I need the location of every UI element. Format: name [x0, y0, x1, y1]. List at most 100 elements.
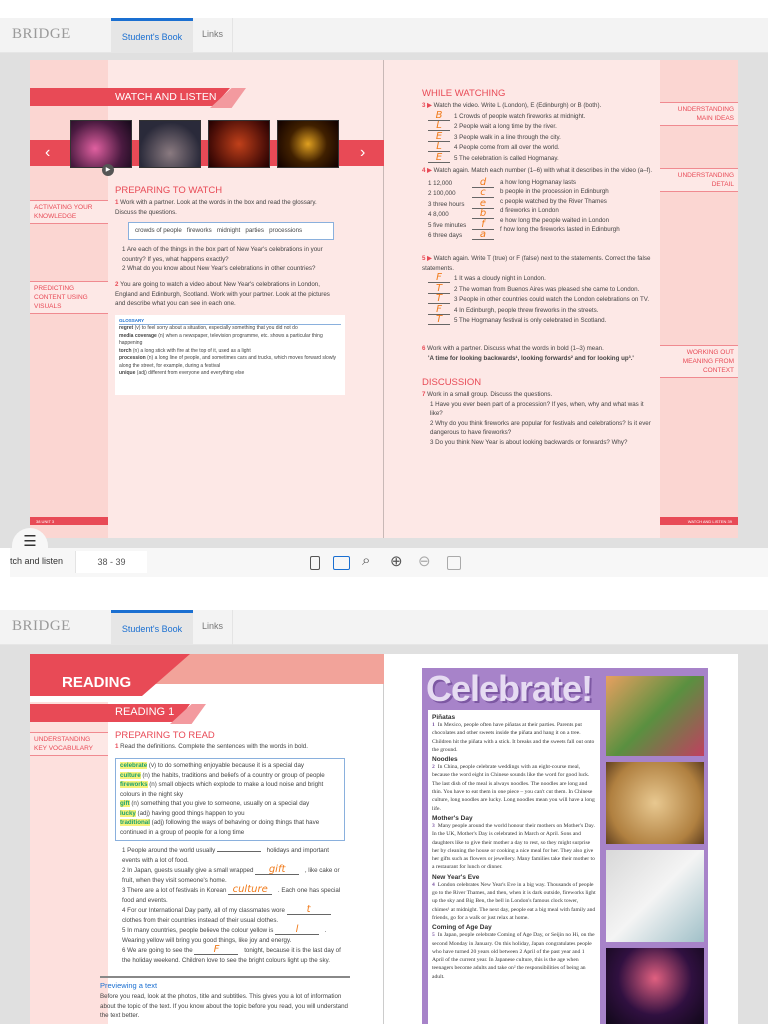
margin-label: UNDERSTANDING MAIN IDEAS: [660, 102, 738, 126]
question: 2 Why do you think fireworks are popular…: [430, 419, 651, 437]
photo-gift: [606, 850, 704, 942]
discussion-heading: DISCUSSION: [422, 377, 482, 388]
handwritten-answer[interactable]: f: [472, 219, 494, 230]
handwritten-answer[interactable]: b: [472, 209, 494, 219]
handwritten-answer[interactable]: c: [472, 188, 494, 198]
top-tab-bar: BRIDGE Student's Book Links: [0, 18, 768, 53]
article-text: Piñatas 1 In Mexico, people often have piñ…: [428, 710, 600, 1024]
play-icon[interactable]: ▶: [102, 164, 114, 176]
answer-item: L 2 People wait a long time by the river.: [428, 121, 657, 132]
sentence: 4 For our International Day party, all o…: [122, 905, 347, 925]
page-footer-right: WATCH AND LISTEN 39: [660, 517, 738, 525]
answer-blank[interactable]: [216, 851, 261, 852]
answer-blank[interactable]: culture: [228, 885, 273, 895]
answer-item: F 4 In Edinburgh, people threw fireworks …: [428, 304, 657, 316]
question: 1 Have you ever been part of a processio…: [430, 400, 644, 418]
handwritten-answer[interactable]: a: [472, 230, 494, 240]
tab-students-book[interactable]: Student's Book: [111, 610, 193, 645]
sentence: 1 People around the world usually holida…: [122, 847, 329, 864]
handwritten-answer[interactable]: d: [472, 177, 494, 188]
exercise-1: Read the definitions. Complete the sente…: [120, 743, 308, 750]
quote: 'A time for looking backwards¹, looking …: [428, 354, 634, 362]
fit-page-icon[interactable]: [447, 556, 461, 570]
handwritten-answer[interactable]: F: [428, 273, 450, 283]
article-subtitle: Coming of Age Day: [432, 924, 492, 932]
sentence: 5 In many countries, people believe the …: [122, 924, 327, 944]
brand-logo: BRIDGE: [12, 26, 71, 42]
video-thumbnail[interactable]: [208, 120, 270, 168]
article-subtitle: Piñatas: [432, 714, 456, 721]
exercise-1: Work with a partner. Look at the words i…: [115, 199, 317, 216]
glossary-definition: (n) a long stick with fire at the top of…: [131, 347, 251, 354]
preparing-to-read-heading: PREPARING TO READ: [115, 730, 215, 741]
handwritten-answer[interactable]: T: [428, 294, 450, 304]
page-number-input[interactable]: 38 - 39: [75, 551, 147, 573]
single-page-icon[interactable]: [310, 556, 320, 570]
preparing-heading: PREPARING TO WATCH: [115, 185, 223, 196]
margin-label: UNDERSTANDING KEY VOCABULARY: [30, 732, 108, 756]
handwritten-answer[interactable]: E: [428, 131, 450, 142]
vocab-word: celebrate: [120, 762, 148, 769]
handwritten-answer[interactable]: F: [428, 304, 450, 315]
reading-1-title: READING 1: [115, 706, 175, 718]
zoom-in-icon[interactable]: ⊕: [390, 552, 403, 570]
margin-label: WORKING OUT MEANING FROM CONTEXT: [660, 345, 738, 378]
article-paragraph: 5 In Japan, people celebrate Coming of Ag…: [432, 932, 595, 980]
answer-blank[interactable]: gift: [255, 865, 300, 875]
tip-box: Previewing a text Before you read, look …: [100, 976, 350, 1021]
handwritten-answer[interactable]: T: [428, 283, 450, 294]
statement: 4 In Edinburgh, people threw fireworks i…: [454, 306, 599, 314]
answer-blank[interactable]: t: [286, 905, 331, 915]
glossary-word: procession: [119, 355, 146, 361]
tab-links[interactable]: Links: [193, 18, 233, 53]
question: 2 What do you know about New Year's cele…: [122, 265, 316, 272]
handwritten-answer[interactable]: B: [428, 110, 450, 121]
prev-video-button[interactable]: ‹: [45, 144, 50, 162]
zoom-select-icon[interactable]: ⌕: [362, 552, 370, 569]
article-paragraph: 2 In China, people celebrate weddings wit…: [432, 764, 595, 812]
handwritten-answer[interactable]: L: [428, 142, 450, 152]
sentence: 3 There are a lot of festivals in Korean…: [122, 884, 341, 904]
handwritten-answer[interactable]: e: [472, 198, 494, 209]
exercise-2: You are going to watch a video about New…: [115, 281, 330, 307]
menu-button[interactable]: ☰: [12, 528, 48, 558]
answer-item: E 5 The celebration is called Hogmanay.: [428, 152, 657, 164]
zoom-out-icon[interactable]: ⊖: [418, 552, 431, 570]
match-option: b people in the procession in Edinburgh: [500, 188, 609, 195]
answer-item: B 1 Crowds of people watch fireworks at m…: [428, 110, 657, 122]
question: 1 Are each of the things in the box part…: [122, 246, 323, 263]
section-title: WATCH AND LISTEN: [115, 91, 217, 103]
glossary-word: torch: [119, 347, 132, 354]
next-video-button[interactable]: ›: [360, 144, 365, 162]
handwritten-answer[interactable]: E: [428, 152, 450, 163]
reading-left-page: READING READING 1 UNDERSTANDING KEY VOCA…: [30, 654, 384, 1024]
current-section-label: tch and listen: [10, 556, 64, 566]
glossary-item: unique (adj) different from everyone and…: [119, 370, 341, 378]
exercise-6: Work with a partner. Discuss what the wo…: [427, 345, 604, 352]
match-item: 4 8,000 b: [428, 209, 500, 220]
answer-blank[interactable]: l: [275, 925, 320, 935]
video-thumbnail[interactable]: [139, 120, 201, 168]
answer-item: F 1 It was a cloudy night in London.: [428, 273, 657, 284]
handwritten-answer[interactable]: T: [428, 315, 450, 325]
tab-links[interactable]: Links: [193, 610, 233, 645]
tab-students-book[interactable]: Student's Book: [111, 18, 193, 53]
answer-blank[interactable]: F: [194, 945, 239, 955]
glossary-item: media coverage (n) when a newspaper, tel…: [119, 333, 341, 348]
video-thumbnail[interactable]: [70, 120, 132, 168]
video-thumbnail[interactable]: [277, 120, 339, 168]
statement: 3 People walk in a line through the city…: [454, 133, 561, 141]
reading-right-page: Celebrate! Piñatas 1 In Mexico, people oft…: [384, 654, 738, 1024]
brand-logo: BRIDGE: [12, 618, 71, 634]
statement: 3 People in other countries could watch …: [454, 296, 650, 303]
article-title: Celebrate!: [426, 668, 593, 709]
question: 3 Do you think New Year is about looking…: [430, 438, 628, 446]
double-page-icon[interactable]: [333, 556, 350, 570]
glossary-definition: (v) to feel sorry about a situation, esp…: [133, 325, 298, 331]
statement: 4 People come from all over the world.: [454, 144, 560, 151]
glossary-item: procession (n) a long line of people, an…: [119, 355, 341, 370]
statement: 1 Crowds of people watch fireworks at mi…: [454, 112, 586, 120]
glossary-word: media coverage: [119, 332, 157, 339]
handwritten-answer[interactable]: L: [428, 121, 450, 131]
glossary-word: unique: [119, 370, 136, 376]
